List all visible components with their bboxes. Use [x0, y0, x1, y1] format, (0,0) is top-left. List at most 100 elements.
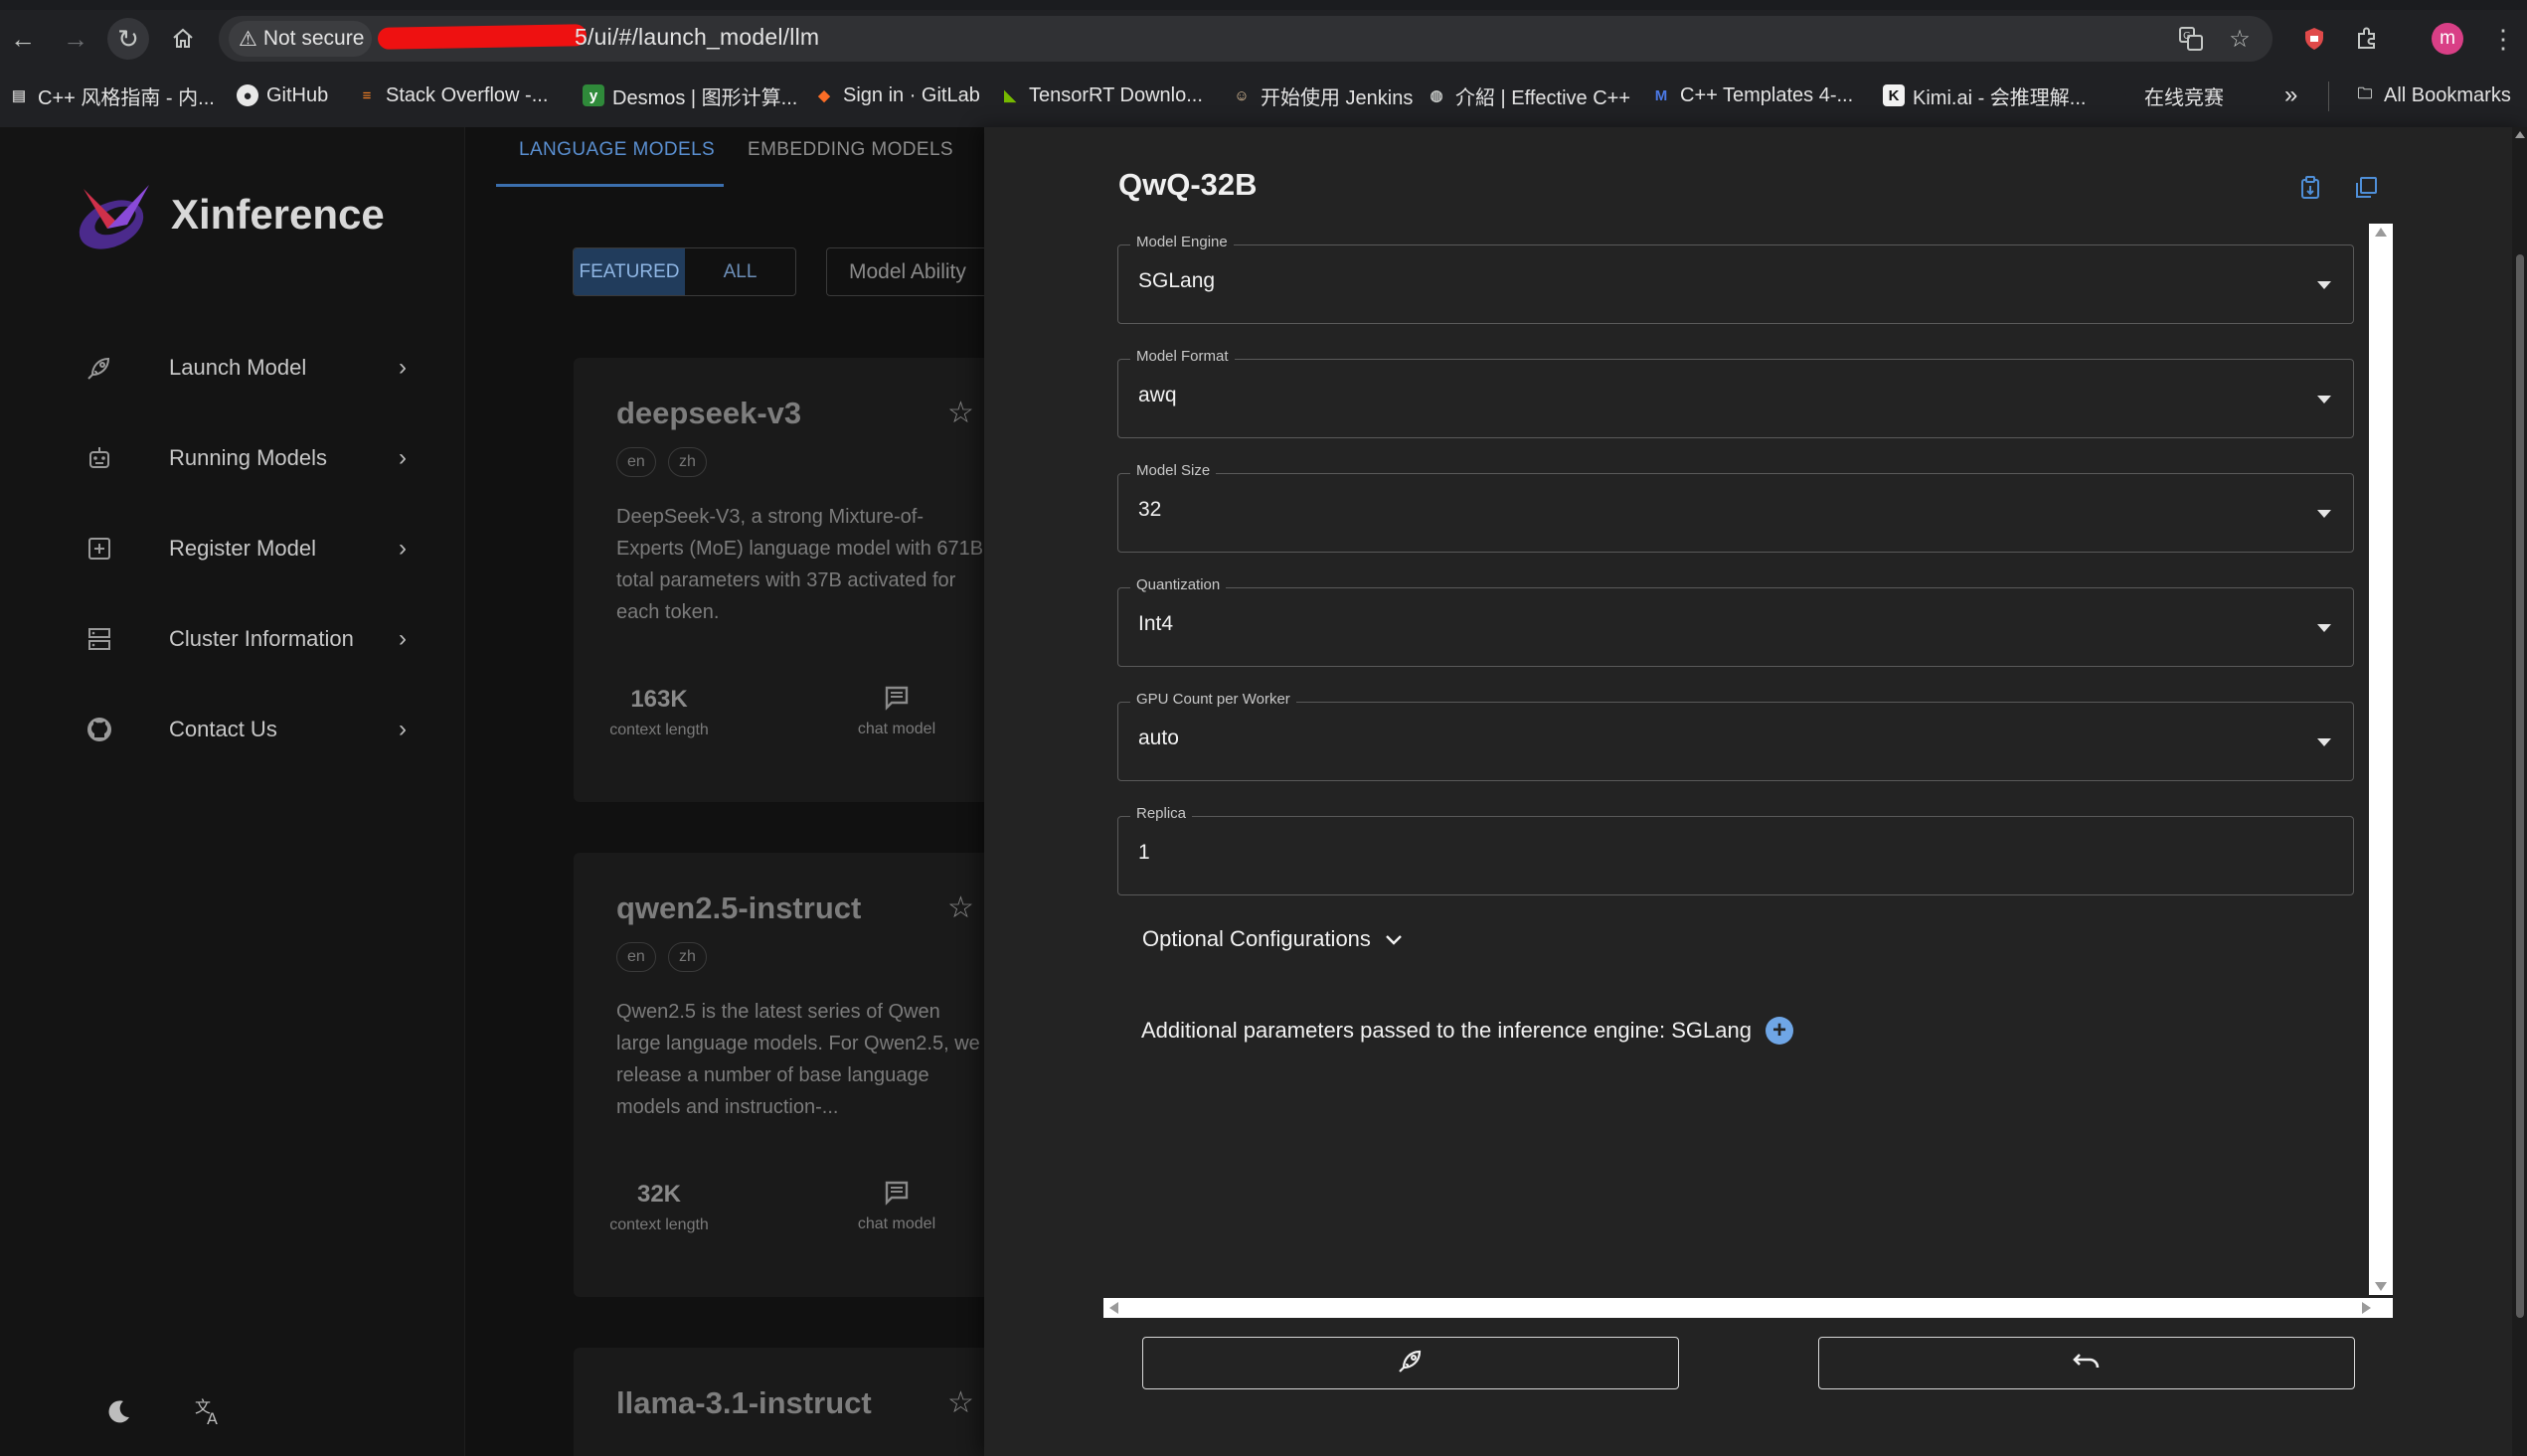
chevron-right-icon: ›	[399, 535, 407, 562]
launch-button[interactable]	[1142, 1337, 1679, 1389]
quantization-select[interactable]: Quantization Int4	[1117, 576, 2354, 667]
bookmarks-overflow-button[interactable]: »	[2284, 81, 2297, 109]
folder-icon: 🗀	[2357, 84, 2373, 102]
back-icon[interactable]: ←	[2, 18, 44, 60]
form-vertical-scrollbar[interactable]	[2369, 224, 2393, 1295]
copy-icon[interactable]	[2349, 171, 2383, 205]
optional-configurations-toggle[interactable]: Optional Configurations	[1142, 926, 1403, 952]
dropdown-arrow-icon	[2317, 281, 2331, 289]
extensions-icon[interactable]	[2349, 21, 2385, 57]
featured-toggle-group: FEATURED ALL	[573, 247, 796, 296]
blank-favicon: ·	[2122, 86, 2128, 104]
dark-mode-moon-icon[interactable]	[99, 1391, 139, 1431]
undo-icon	[2072, 1349, 2102, 1377]
context-length-stat: 163K context length	[609, 686, 709, 738]
field-label: Quantization	[1130, 576, 1227, 593]
field-label: Model Size	[1130, 462, 1217, 479]
page-scrollbar[interactable]	[2512, 127, 2527, 1456]
model-card-title: llama-3.1-instruct	[616, 1385, 872, 1420]
kimi-icon: K	[1883, 84, 1905, 106]
forward-icon[interactable]: →	[55, 18, 96, 60]
model-format-select[interactable]: Model Format awq	[1117, 348, 2354, 438]
model-card-title: deepseek-v3	[616, 396, 802, 430]
language-chip: en	[616, 447, 656, 477]
home-icon[interactable]	[162, 18, 204, 60]
chevron-down-icon	[1385, 926, 1403, 952]
security-label: Not secure	[262, 27, 365, 50]
bookmark-item[interactable]: ◣ TensorRT Downlo...	[999, 81, 1203, 109]
dropdown-arrow-icon	[2317, 624, 2331, 632]
model-card-deepseek-v3[interactable]: deepseek-v3 ☆ en zh DeepSeek-V3, a stron…	[574, 358, 991, 802]
bookmark-item[interactable]: ● GitHub	[237, 81, 328, 109]
bookmark-item[interactable]: ▤ C++ 风格指南 - 内...	[8, 81, 215, 109]
model-card-llama-3.1-instruct[interactable]: llama-3.1-instruct ☆	[574, 1348, 991, 1456]
star-outline-icon[interactable]: ☆	[947, 396, 974, 430]
chat-bubble-icon	[842, 684, 951, 719]
all-bookmarks[interactable]: 🗀 All Bookmarks	[2354, 81, 2510, 109]
bookmark-star-icon[interactable]: ☆	[2223, 22, 2257, 56]
bookmark-item[interactable]: ◆ Sign in · GitLab	[813, 81, 980, 109]
security-chip[interactable]: ⚠ Not secure	[229, 21, 372, 57]
language-chip: zh	[668, 942, 707, 972]
bookmarks-divider	[2328, 81, 2329, 111]
model-ability-stat: chat model	[842, 684, 951, 738]
tab-embedding-models[interactable]: EMBEDDING MODELS	[748, 139, 953, 161]
warning-icon: ⚠	[239, 27, 257, 51]
redacted-host	[377, 24, 588, 50]
model-engine-select[interactable]: Model Engine SGLang	[1117, 234, 2354, 324]
translate-icon[interactable]: G	[2174, 22, 2208, 56]
bookmark-item[interactable]: ◍ 介紹 | Effective C++	[1426, 81, 1630, 109]
sidebar-item-contact-us[interactable]: Contact Us ›	[70, 700, 418, 759]
nvidia-icon: ◣	[1004, 87, 1016, 104]
sidebar-item-register-model[interactable]: Register Model ›	[70, 519, 418, 578]
tab-language-models[interactable]: LANGUAGE MODELS	[519, 139, 715, 161]
browser-menu-icon[interactable]: ⋮	[2485, 21, 2521, 57]
star-outline-icon[interactable]: ☆	[947, 890, 974, 925]
model-card-qwen2.5-instruct[interactable]: qwen2.5-instruct ☆ en zh Qwen2.5 is the …	[574, 853, 991, 1297]
bookmark-item[interactable]: · 在线竞赛	[2114, 81, 2225, 109]
reset-undo-button[interactable]	[1818, 1337, 2355, 1389]
robot-icon	[70, 443, 129, 473]
bookmark-item[interactable]: M C++ Templates 4-...	[1650, 81, 1853, 109]
add-parameter-plus-icon[interactable]: +	[1765, 1017, 1793, 1045]
language-chip: zh	[668, 447, 707, 477]
storage-icon	[70, 624, 129, 654]
gpu-count-select[interactable]: GPU Count per Worker auto	[1117, 691, 2354, 781]
document-icon: ▤	[11, 87, 27, 104]
bookmark-item[interactable]: K Kimi.ai - 会推理解...	[1883, 81, 2086, 109]
sidebar-item-running-models[interactable]: Running Models ›	[70, 428, 418, 488]
active-tab-indicator	[496, 184, 724, 187]
bookmark-item[interactable]: ≡ Stack Overflow -...	[356, 81, 549, 109]
shield-extension-icon[interactable]	[2296, 21, 2332, 57]
dropdown-arrow-icon	[2317, 738, 2331, 746]
url-text[interactable]: 5/ui/#/launch_model/llm	[575, 24, 819, 51]
chat-bubble-icon	[842, 1179, 951, 1213]
launch-model-drawer	[984, 127, 2527, 1456]
star-outline-icon[interactable]: ☆	[947, 1385, 974, 1420]
profile-avatar[interactable]: m	[2432, 23, 2463, 55]
chevron-right-icon: ›	[399, 444, 407, 471]
featured-button[interactable]: FEATURED	[574, 248, 685, 295]
translate-icon[interactable]: 文A	[189, 1391, 229, 1431]
rocket-icon	[1396, 1346, 1426, 1380]
model-ability-stat: chat model	[842, 1179, 951, 1233]
all-button[interactable]: ALL	[685, 248, 795, 295]
model-card-description: DeepSeek-V3, a strong Mixture-of-Experts…	[616, 506, 984, 623]
sidebar-item-launch-model[interactable]: Launch Model ›	[70, 338, 418, 398]
browser-tabstrip	[0, 0, 2527, 10]
bookmark-item[interactable]: y Desmos | 图形计算...	[583, 81, 797, 109]
form-horizontal-scrollbar[interactable]	[1103, 1298, 2393, 1318]
model-card-description: Qwen2.5 is the latest series of Qwen lar…	[616, 1001, 980, 1118]
field-value: 32	[1138, 498, 1162, 521]
sidebar-item-cluster-information[interactable]: Cluster Information ›	[70, 609, 418, 669]
m-letter-icon: M	[1654, 86, 1668, 104]
github-icon	[70, 715, 129, 744]
reload-icon[interactable]: ↻	[107, 18, 149, 60]
xinference-logo-icon	[79, 185, 149, 249]
paste-config-icon[interactable]	[2293, 171, 2327, 205]
context-length-stat: 32K context length	[609, 1181, 709, 1233]
bookmark-item[interactable]: ☺ 开始使用 Jenkins	[1231, 81, 1413, 109]
replica-input[interactable]: Replica 1	[1117, 805, 2354, 895]
model-size-select[interactable]: Model Size 32	[1117, 462, 2354, 553]
model-ability-select[interactable]: Model Ability	[826, 247, 1005, 296]
